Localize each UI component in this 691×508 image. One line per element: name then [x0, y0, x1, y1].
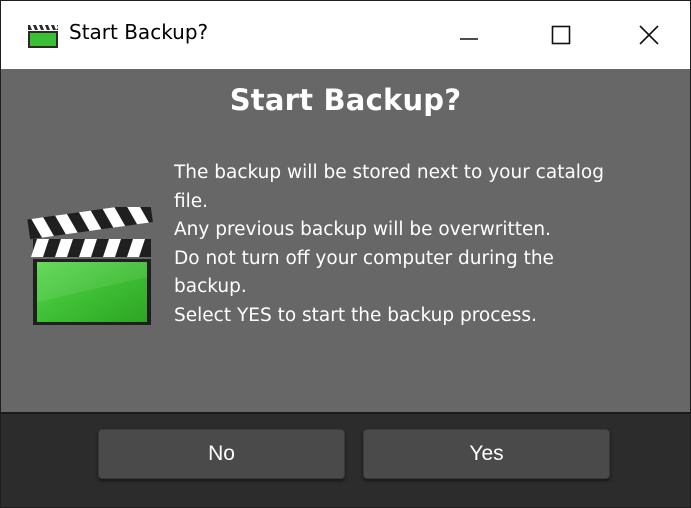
message-line: Select YES to start the backup process.: [174, 304, 537, 326]
message-line: The backup will be stored next to your c…: [174, 162, 604, 183]
title-bar[interactable]: Start Backup?: [1, 1, 690, 69]
message-line: Do not turn off your computer during the: [174, 247, 554, 269]
dialog-footer: No Yes: [1, 412, 690, 507]
yes-button[interactable]: Yes: [363, 429, 610, 479]
dialog-message: The backup will be stored next to your c…: [174, 159, 674, 330]
dialog-content: Start Backup? The backup will be stored …: [1, 69, 690, 412]
no-button[interactable]: No: [98, 429, 345, 479]
window-title: Start Backup?: [69, 20, 209, 44]
minimize-button[interactable]: [423, 1, 515, 69]
maximize-button[interactable]: [515, 1, 607, 69]
close-button[interactable]: [607, 1, 690, 69]
message-line: Any previous backup will be overwritten.: [174, 219, 551, 240]
dialog-window: Start Backup? Start Backup? The backup w…: [0, 0, 691, 508]
message-line: backup.: [174, 276, 247, 297]
close-icon: [638, 25, 659, 45]
maximize-icon: [551, 25, 571, 45]
app-clapperboard-icon: [28, 25, 58, 48]
minimize-icon: [460, 38, 478, 40]
message-line: file.: [174, 190, 209, 212]
clapperboard-icon: [27, 207, 153, 325]
dialog-heading: Start Backup?: [229, 83, 462, 117]
